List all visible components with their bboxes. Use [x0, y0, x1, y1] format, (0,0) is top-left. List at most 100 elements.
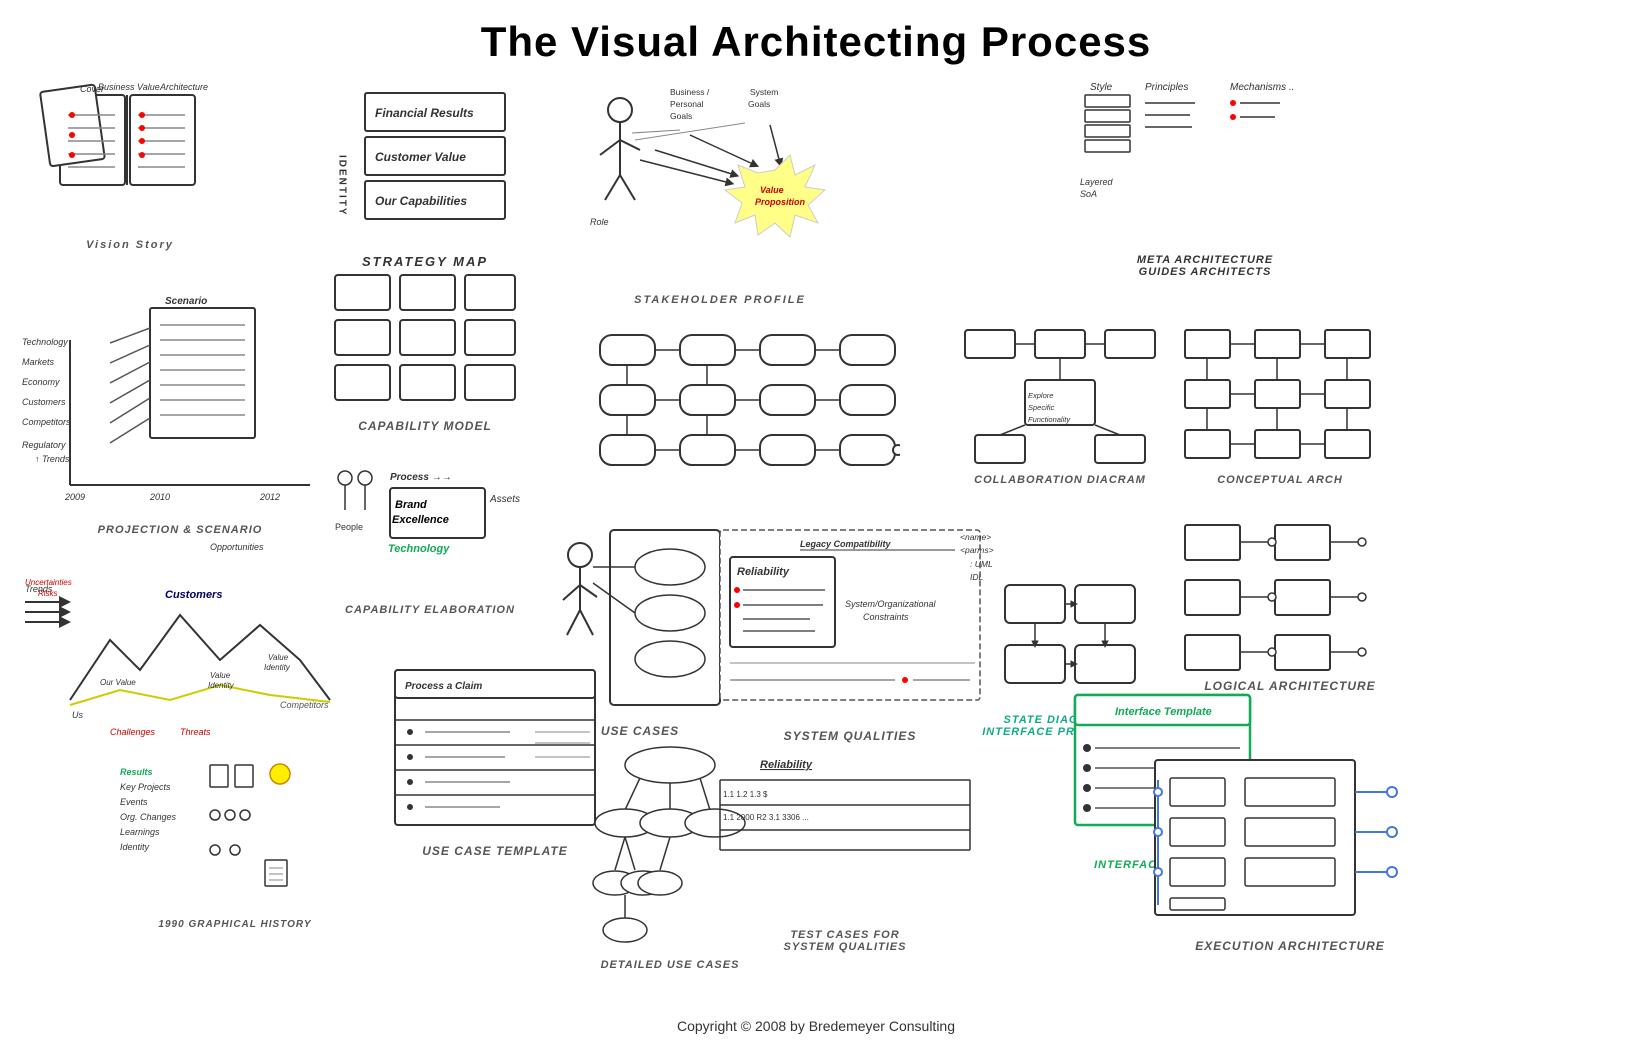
svg-text:Value: Value [268, 653, 289, 662]
state-diagram-svg: <name> <parms> : UML IDL [955, 525, 1155, 710]
svg-text:Economy: Economy [22, 377, 60, 387]
svg-text:Uncertainties: Uncertainties [25, 578, 72, 587]
svg-text:Identity: Identity [120, 842, 150, 852]
system-qualities-diagram: Legacy Compatibility Reliability System/… [715, 525, 985, 743]
test-cases-svg: Reliability 1.1 1.2 1.3 $ 1.1 2000 R2 3.… [715, 750, 975, 925]
svg-text:Goals: Goals [670, 111, 692, 121]
capability-model-svg [330, 270, 520, 415]
strategy-map-diagram: IDENTITY Financial Results Customer Valu… [330, 75, 520, 269]
svg-text:Explore: Explore [1028, 391, 1053, 400]
svg-text:Key Projects: Key Projects [120, 782, 171, 792]
svg-text:Regulatory: Regulatory [22, 440, 66, 450]
svg-text:Specific: Specific [1028, 403, 1055, 412]
svg-text:2010: 2010 [149, 492, 170, 502]
svg-text:Value: Value [760, 185, 784, 195]
capability-model-diagram: Capability Model [330, 270, 520, 433]
svg-text:Events: Events [120, 797, 148, 807]
svg-text:Markets: Markets [22, 357, 55, 367]
svg-text:Financial Results: Financial Results [375, 106, 474, 120]
svg-text:Risks: Risks [38, 589, 58, 598]
copyright-text: Copyright © 2008 by Bredemeyer Consultin… [677, 1018, 955, 1034]
svg-text:IDL: IDL [970, 572, 984, 582]
svg-text:Personal: Personal [670, 99, 704, 109]
svg-text:Business Value: Business Value [98, 82, 160, 92]
svg-text:Excellence: Excellence [392, 514, 449, 526]
svg-text:↑ Trends: ↑ Trends [35, 454, 70, 464]
svg-text:SoA: SoA [1080, 189, 1097, 199]
svg-text:<parms>: <parms> [960, 545, 994, 555]
stakeholder-profile-svg: Role Business / Personal Goals System Go… [580, 75, 860, 290]
logical-arch-diagram: Logical Architecture [1175, 505, 1405, 693]
svg-text:Technology: Technology [22, 337, 68, 347]
strategy-map-svg: IDENTITY Financial Results Customer Valu… [330, 75, 520, 250]
collaboration-diagram: Explore Specific Functionality Collabora… [960, 325, 1160, 486]
use-case-template-svg: Process a Claim [390, 665, 600, 840]
svg-text:Legacy Compatibility: Legacy Compatibility [800, 539, 892, 549]
vision-story-svg: Cover Business Value Architecture [30, 80, 230, 235]
meta-architecture-svg: Style Principles Mechanisms .. Layered S… [1080, 75, 1330, 250]
use-case-template-diagram: Process a Claim Use Case Template [390, 665, 600, 858]
svg-text:Role: Role [590, 217, 609, 227]
svg-text:Architecture: Architecture [159, 82, 208, 92]
svg-text:Functionality: Functionality [1028, 415, 1071, 424]
svg-text:Threats: Threats [180, 727, 211, 737]
test-cases-diagram: Reliability 1.1 1.2 1.3 $ 1.1 2000 R2 3.… [715, 750, 975, 953]
svg-text:Challenges: Challenges [110, 727, 156, 737]
collaboration-svg: Explore Specific Functionality [960, 325, 1160, 470]
svg-text:Scenario: Scenario [165, 296, 207, 307]
svg-text:Competitors: Competitors [280, 700, 329, 710]
svg-text:Brand: Brand [395, 499, 427, 511]
svg-text:Style: Style [1090, 82, 1113, 93]
svg-text:Org. Changes: Org. Changes [120, 812, 177, 822]
conceptual-arch-diagram: Conceptual Arch [1180, 325, 1380, 486]
system-qualities-svg: Legacy Compatibility Reliability System/… [715, 525, 985, 725]
svg-text:Technology: Technology [388, 543, 450, 555]
svg-text:2012: 2012 [259, 492, 280, 502]
svg-text:Mechanisms ..: Mechanisms .. [1230, 82, 1294, 93]
svg-text:Identity: Identity [208, 681, 235, 690]
main-title: The Visual Architecting Process [0, 0, 1632, 66]
svg-text:Proposition: Proposition [755, 197, 805, 207]
svg-text:Value: Value [210, 671, 231, 680]
svg-text:IDENTITY: IDENTITY [337, 155, 348, 217]
vision-story-diagram: Cover Business Value Architecture Vision… [30, 80, 230, 251]
meta-architecture-diagram: Style Principles Mechanisms .. Layered S… [1080, 75, 1330, 278]
svg-text:: UML: : UML [970, 559, 993, 569]
svg-text:Identity: Identity [264, 663, 291, 672]
svg-text:1.1 2000 R2 3.1 3306 ...: 1.1 2000 R2 3.1 3306 ... [723, 813, 809, 822]
svg-text:Assets: Assets [489, 494, 520, 505]
svg-text:Business /: Business / [670, 87, 710, 97]
svg-text:Principles: Principles [1145, 82, 1188, 93]
execution-arch-svg [1150, 750, 1430, 935]
projection-scenario-svg: Technology Markets Economy Customers Com… [20, 290, 340, 520]
svg-text:Our Value: Our Value [100, 678, 136, 687]
execution-arch-diagram: Execution Architecture [1150, 750, 1430, 953]
landscape-svg: Opportunities Trends Uncertainties Risks… [20, 530, 370, 760]
svg-text:1.1 1.2 1.3 $: 1.1 1.2 1.3 $ [723, 790, 768, 799]
stakeholder-profile-diagram: Role Business / Personal Goals System Go… [580, 75, 860, 306]
svg-text:Constraints: Constraints [863, 612, 909, 622]
business-process-svg [590, 325, 900, 525]
svg-text:Reliability: Reliability [760, 759, 813, 771]
svg-text:Customers: Customers [165, 589, 222, 601]
svg-text:Reliability: Reliability [737, 566, 790, 578]
svg-text:Process →→: Process →→ [390, 472, 452, 483]
svg-text:System: System [750, 87, 778, 97]
svg-text:Layered: Layered [1080, 177, 1114, 187]
svg-text:Our Capabilities: Our Capabilities [375, 194, 467, 208]
logical-arch-svg [1175, 505, 1405, 675]
svg-text:Opportunities: Opportunities [210, 542, 264, 552]
svg-text:Goals: Goals [748, 99, 770, 109]
svg-text:Customer Value: Customer Value [375, 150, 466, 164]
conceptual-arch-svg [1180, 325, 1380, 470]
svg-text:Us: Us [72, 710, 83, 720]
svg-text:System/Organizational: System/Organizational [845, 599, 937, 609]
svg-text:Process a Claim: Process a Claim [405, 681, 482, 692]
svg-text:Customers: Customers [22, 397, 66, 407]
graphical-history-svg: Results Key Projects Events Org. Changes… [120, 760, 350, 915]
svg-text:2009: 2009 [64, 492, 85, 502]
svg-text:Interface Template: Interface Template [1115, 706, 1212, 718]
svg-text:Learnings: Learnings [120, 827, 160, 837]
svg-text:Results: Results [120, 767, 153, 777]
business-process-diagram: Business Process Models [590, 325, 900, 543]
